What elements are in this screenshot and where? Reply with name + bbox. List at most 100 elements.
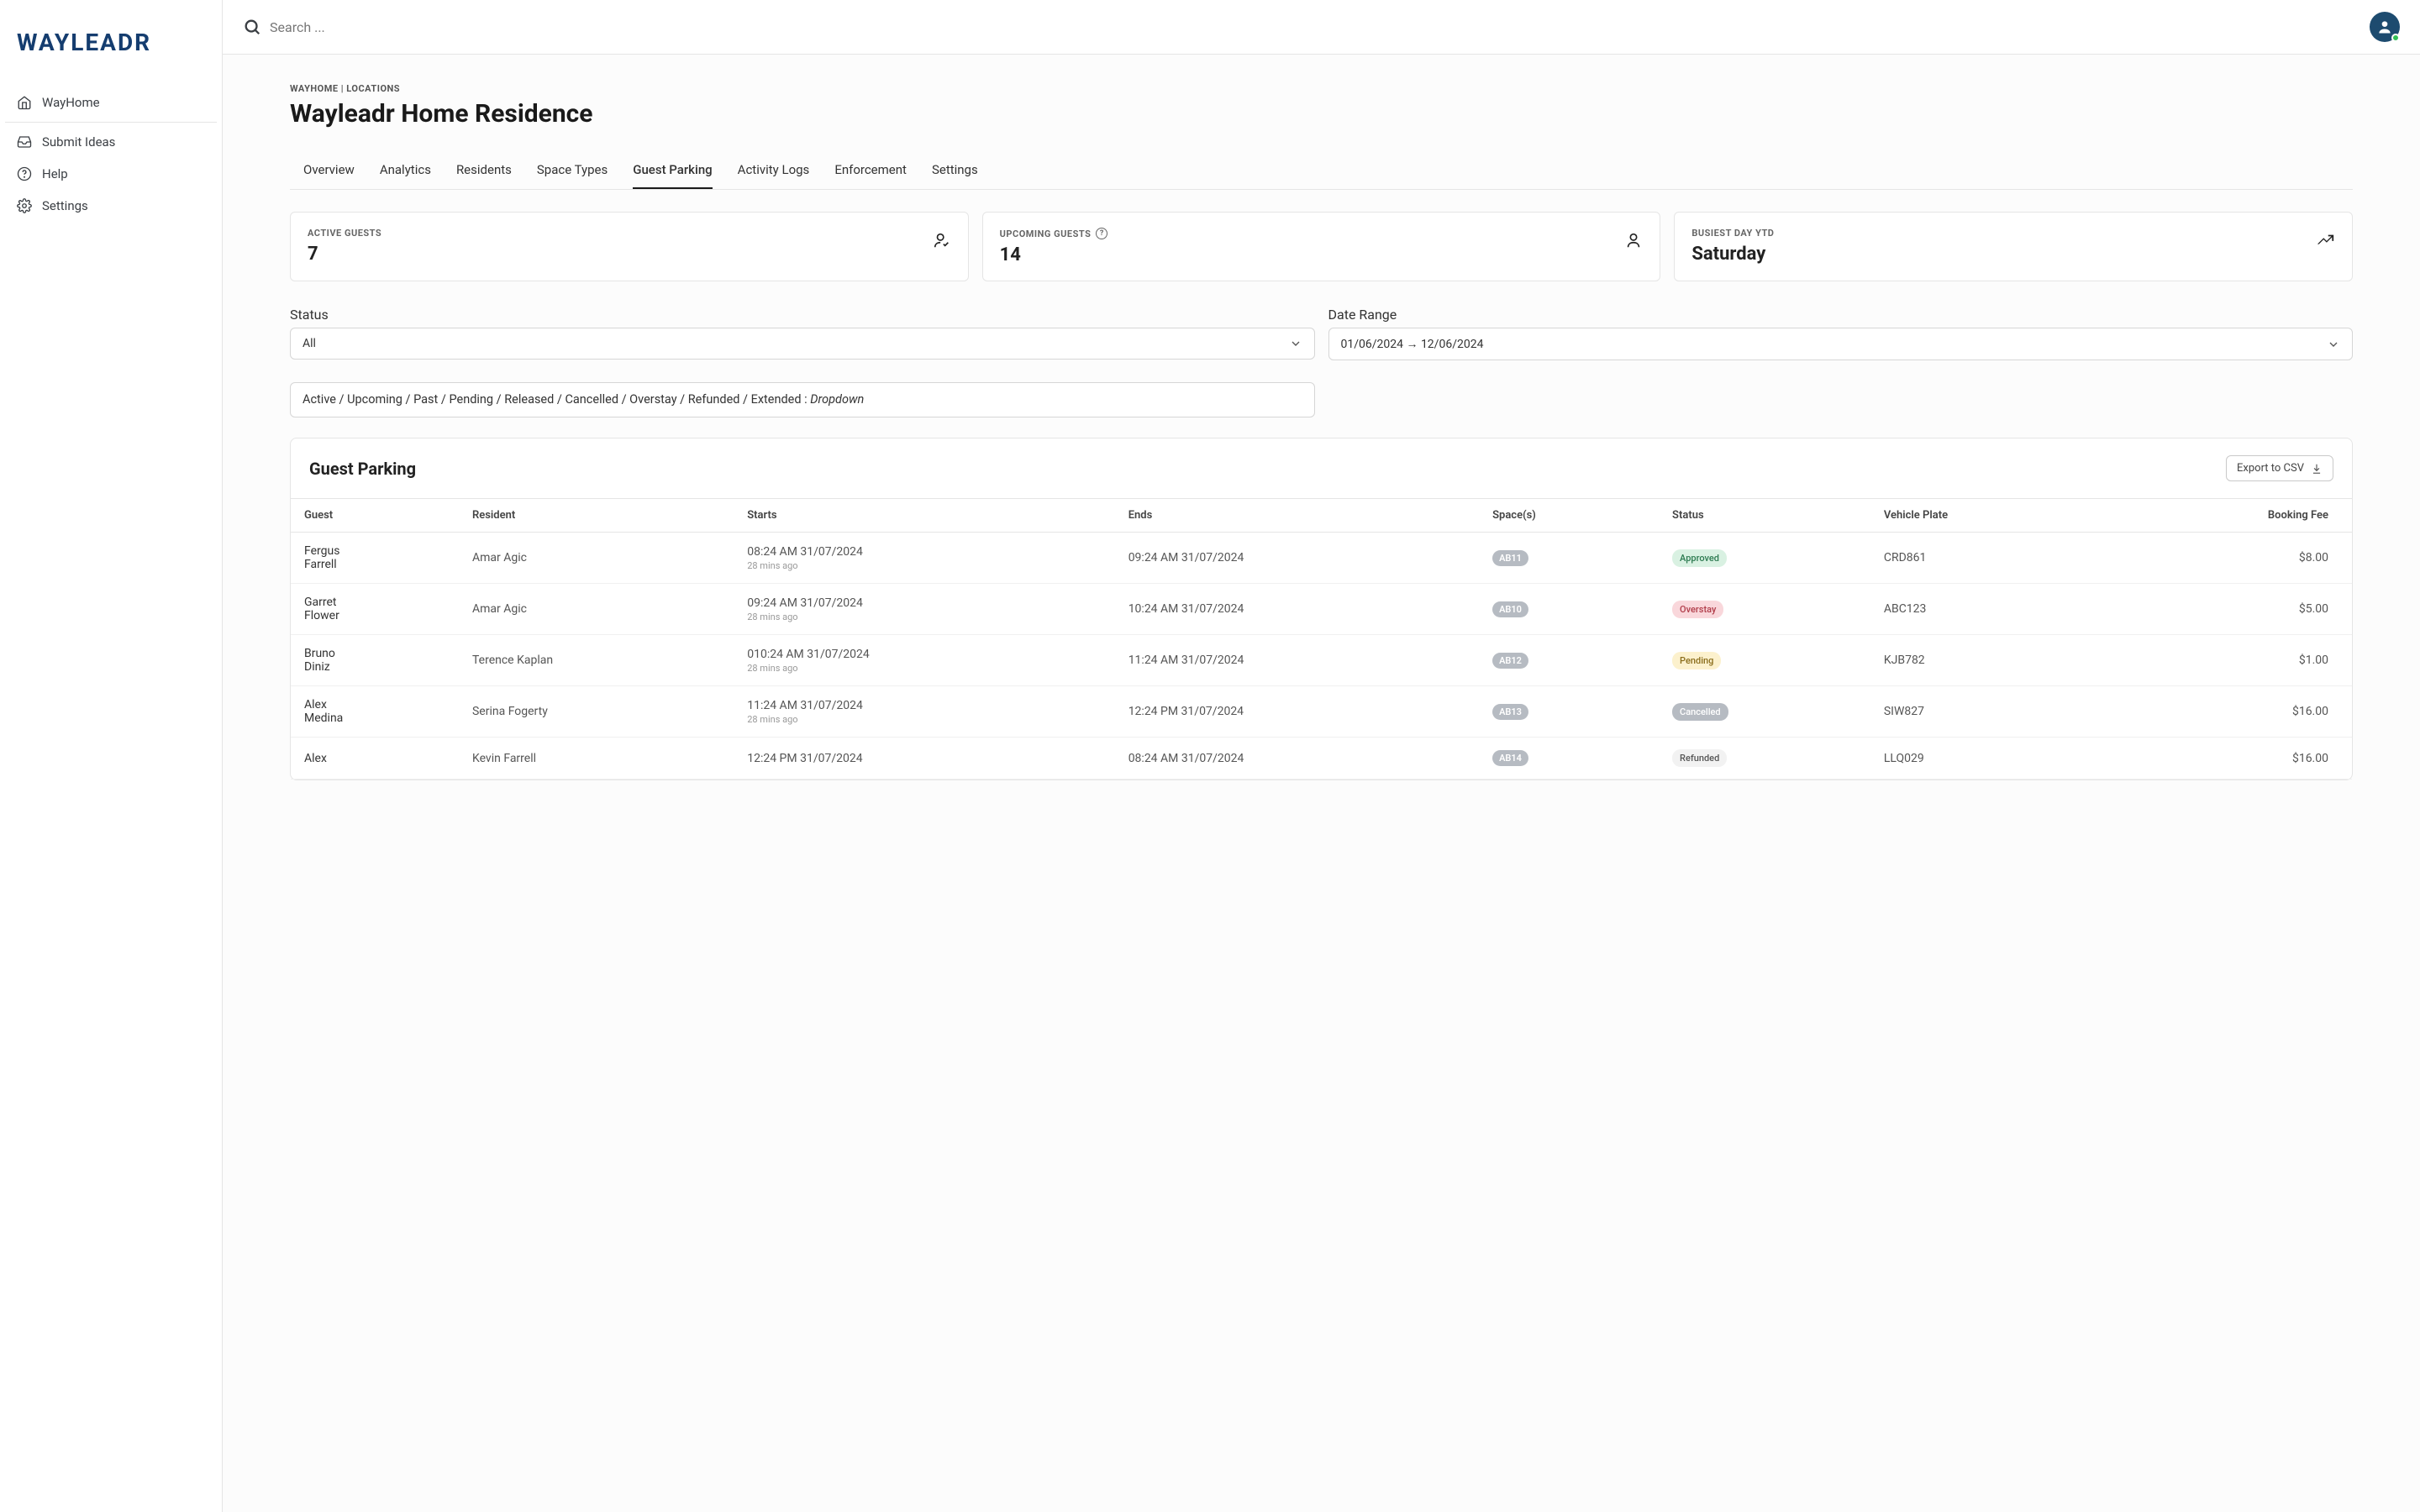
export-button-label: Export to CSV xyxy=(2237,462,2304,475)
sidebar-item-settings[interactable]: Settings xyxy=(5,190,217,222)
cell-space: AB10 xyxy=(1479,584,1659,635)
cell-plate: SIW827 xyxy=(1870,686,2103,738)
cell-space: AB11 xyxy=(1479,533,1659,584)
stat-upcoming-guests: UPCOMING GUESTS ? 14 xyxy=(982,212,1661,281)
help-circle-icon[interactable]: ? xyxy=(1096,228,1107,239)
tab-analytics[interactable]: Analytics xyxy=(380,152,431,189)
brand-logo: WAYLEADR xyxy=(0,20,222,87)
stat-busiest-day: BUSIEST DAY YTD Saturday xyxy=(1674,212,2353,281)
content: WAYHOME | LOCATIONS Wayleadr Home Reside… xyxy=(223,55,2420,814)
col-fee[interactable]: Booking Fee xyxy=(2102,499,2352,533)
filter-status-label: Status xyxy=(290,307,1315,323)
sidebar-item-label: WayHome xyxy=(42,95,100,110)
col-status[interactable]: Status xyxy=(1659,499,1870,533)
cell-resident: Amar Agic xyxy=(459,533,734,584)
cell-fee: $1.00 xyxy=(2102,635,2352,686)
space-badge: AB10 xyxy=(1492,601,1528,617)
stats-row: ACTIVE GUESTS 7 UPCOMING GUESTS ? 14 BUS… xyxy=(290,212,2353,281)
table-title: Guest Parking xyxy=(309,459,416,479)
tab-enforcement[interactable]: Enforcement xyxy=(834,152,907,189)
tab-settings[interactable]: Settings xyxy=(932,152,978,189)
table-row[interactable]: GarretFlower Amar Agic 09:24 AM 31/07/20… xyxy=(291,584,2352,635)
date-range-select[interactable]: 01/06/2024 → 12/06/2024 xyxy=(1328,328,2354,360)
sidebar-item-label: Help xyxy=(42,166,68,181)
cell-space: AB12 xyxy=(1479,635,1659,686)
search-input[interactable] xyxy=(270,19,522,35)
sidebar-item-help[interactable]: Help xyxy=(5,158,217,190)
space-badge: AB14 xyxy=(1492,750,1528,766)
status-badge: Approved xyxy=(1672,549,1727,567)
cell-ends: 11:24 AM 31/07/2024 xyxy=(1115,635,1479,686)
status-options-text: Active / Upcoming / Past / Pending / Rel… xyxy=(302,392,810,407)
stat-value: 7 xyxy=(308,244,381,265)
status-badge: Overstay xyxy=(1672,601,1723,618)
cell-starts: 12:24 PM 31/07/2024 xyxy=(734,738,1114,780)
cell-ends: 08:24 AM 31/07/2024 xyxy=(1115,738,1479,780)
cell-resident: Kevin Farrell xyxy=(459,738,734,780)
stat-label: ACTIVE GUESTS xyxy=(308,228,381,239)
tab-residents[interactable]: Residents xyxy=(456,152,512,189)
status-badge: Pending xyxy=(1672,652,1721,669)
cell-guest: FergusFarrell xyxy=(291,533,459,584)
filter-date-label: Date Range xyxy=(1328,307,2354,323)
cell-fee: $5.00 xyxy=(2102,584,2352,635)
cell-ends: 09:24 AM 31/07/2024 xyxy=(1115,533,1479,584)
cell-guest: GarretFlower xyxy=(291,584,459,635)
sidebar-item-submit-ideas[interactable]: Submit Ideas xyxy=(5,126,217,158)
cell-resident: Amar Agic xyxy=(459,584,734,635)
avatar[interactable] xyxy=(2370,12,2400,42)
tab-space-types[interactable]: Space Types xyxy=(537,152,608,189)
col-spaces[interactable]: Space(s) xyxy=(1479,499,1659,533)
export-csv-button[interactable]: Export to CSV xyxy=(2226,455,2333,481)
cell-fee: $16.00 xyxy=(2102,738,2352,780)
cell-fee: $16.00 xyxy=(2102,686,2352,738)
cell-guest: Alex xyxy=(291,738,459,780)
table-row[interactable]: BrunoDiniz Terence Kaplan 010:24 AM 31/0… xyxy=(291,635,2352,686)
sidebar-item-wayhome[interactable]: WayHome xyxy=(5,87,217,118)
main: WAYHOME | LOCATIONS Wayleadr Home Reside… xyxy=(223,0,2420,1512)
nav-group: WayHome Submit Ideas Help Settings xyxy=(0,87,222,222)
chevron-down-icon xyxy=(1289,337,1302,350)
status-dot xyxy=(2391,34,2400,42)
guest-parking-table: Guest Resident Starts Ends Space(s) Stat… xyxy=(291,498,2352,780)
avatar-icon xyxy=(2376,18,2393,35)
cell-plate: CRD861 xyxy=(1870,533,2103,584)
space-badge: AB13 xyxy=(1492,704,1528,720)
table-row[interactable]: AlexMedina Serina Fogerty 11:24 AM 31/07… xyxy=(291,686,2352,738)
topbar xyxy=(223,0,2420,55)
date-range-value: 01/06/2024 → 12/06/2024 xyxy=(1341,337,1484,351)
search-wrap xyxy=(243,18,2370,36)
cell-fee: $8.00 xyxy=(2102,533,2352,584)
tab-activity-logs[interactable]: Activity Logs xyxy=(738,152,810,189)
chevron-down-icon xyxy=(2327,338,2340,351)
col-resident[interactable]: Resident xyxy=(459,499,734,533)
space-badge: AB12 xyxy=(1492,653,1528,669)
status-select-value: All xyxy=(302,337,316,350)
cell-status: Refunded xyxy=(1659,738,1870,780)
col-starts[interactable]: Starts xyxy=(734,499,1114,533)
search-icon xyxy=(243,18,261,36)
tab-overview[interactable]: Overview xyxy=(303,152,355,189)
filters-row: Status All Date Range 01/06/2024 → 12/06… xyxy=(290,307,2353,360)
col-plate[interactable]: Vehicle Plate xyxy=(1870,499,2103,533)
home-icon xyxy=(17,95,32,110)
cell-plate: LLQ029 xyxy=(1870,738,2103,780)
trend-up-icon xyxy=(2317,231,2335,249)
table-row[interactable]: Alex Kevin Farrell 12:24 PM 31/07/2024 0… xyxy=(291,738,2352,780)
tab-guest-parking[interactable]: Guest Parking xyxy=(633,152,712,189)
table-row[interactable]: FergusFarrell Amar Agic 08:24 AM 31/07/2… xyxy=(291,533,2352,584)
breadcrumb[interactable]: WAYHOME | LOCATIONS xyxy=(290,83,2353,94)
status-badge: Refunded xyxy=(1672,749,1727,767)
status-options-suffix: Dropdown xyxy=(810,392,864,407)
col-guest[interactable]: Guest xyxy=(291,499,459,533)
guest-parking-table-card: Guest Parking Export to CSV Guest Reside… xyxy=(290,438,2353,780)
cell-guest: AlexMedina xyxy=(291,686,459,738)
status-select[interactable]: All xyxy=(290,328,1315,360)
cell-space: AB14 xyxy=(1479,738,1659,780)
cell-plate: KJB782 xyxy=(1870,635,2103,686)
help-icon xyxy=(17,166,32,181)
col-ends[interactable]: Ends xyxy=(1115,499,1479,533)
status-options-note: Active / Upcoming / Past / Pending / Rel… xyxy=(290,382,1315,417)
cell-resident: Terence Kaplan xyxy=(459,635,734,686)
cell-starts: 11:24 AM 31/07/2024 28 mins ago xyxy=(734,686,1114,738)
